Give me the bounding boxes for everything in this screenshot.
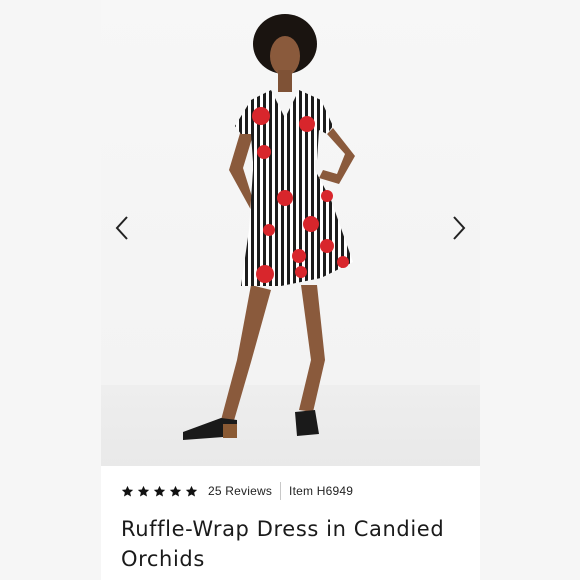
star-rating[interactable] <box>121 485 198 498</box>
next-image-button[interactable] <box>447 212 471 244</box>
star-icon <box>121 485 134 497</box>
star-icon <box>137 485 150 497</box>
item-number: Item H6949 <box>289 484 354 498</box>
star-icon <box>185 485 198 497</box>
reviews-link[interactable]: 25 Reviews <box>208 484 272 498</box>
product-title: Ruffle-Wrap Dress in Candied Orchids <box>121 517 445 571</box>
product-image[interactable] <box>101 0 480 466</box>
star-icon <box>153 485 166 497</box>
rating-row: 25 Reviews Item H6949 <box>121 481 353 501</box>
model-illustration <box>183 14 355 440</box>
page-margin-right <box>480 0 580 580</box>
previous-image-button[interactable] <box>110 212 134 244</box>
product-info: 25 Reviews Item H6949 Ruffle-Wrap Dress … <box>101 466 480 580</box>
chevron-right-icon <box>453 216 466 240</box>
chevron-left-icon <box>115 216 128 240</box>
page-margin-left <box>0 0 101 580</box>
star-icon <box>169 485 182 497</box>
divider <box>280 482 282 500</box>
